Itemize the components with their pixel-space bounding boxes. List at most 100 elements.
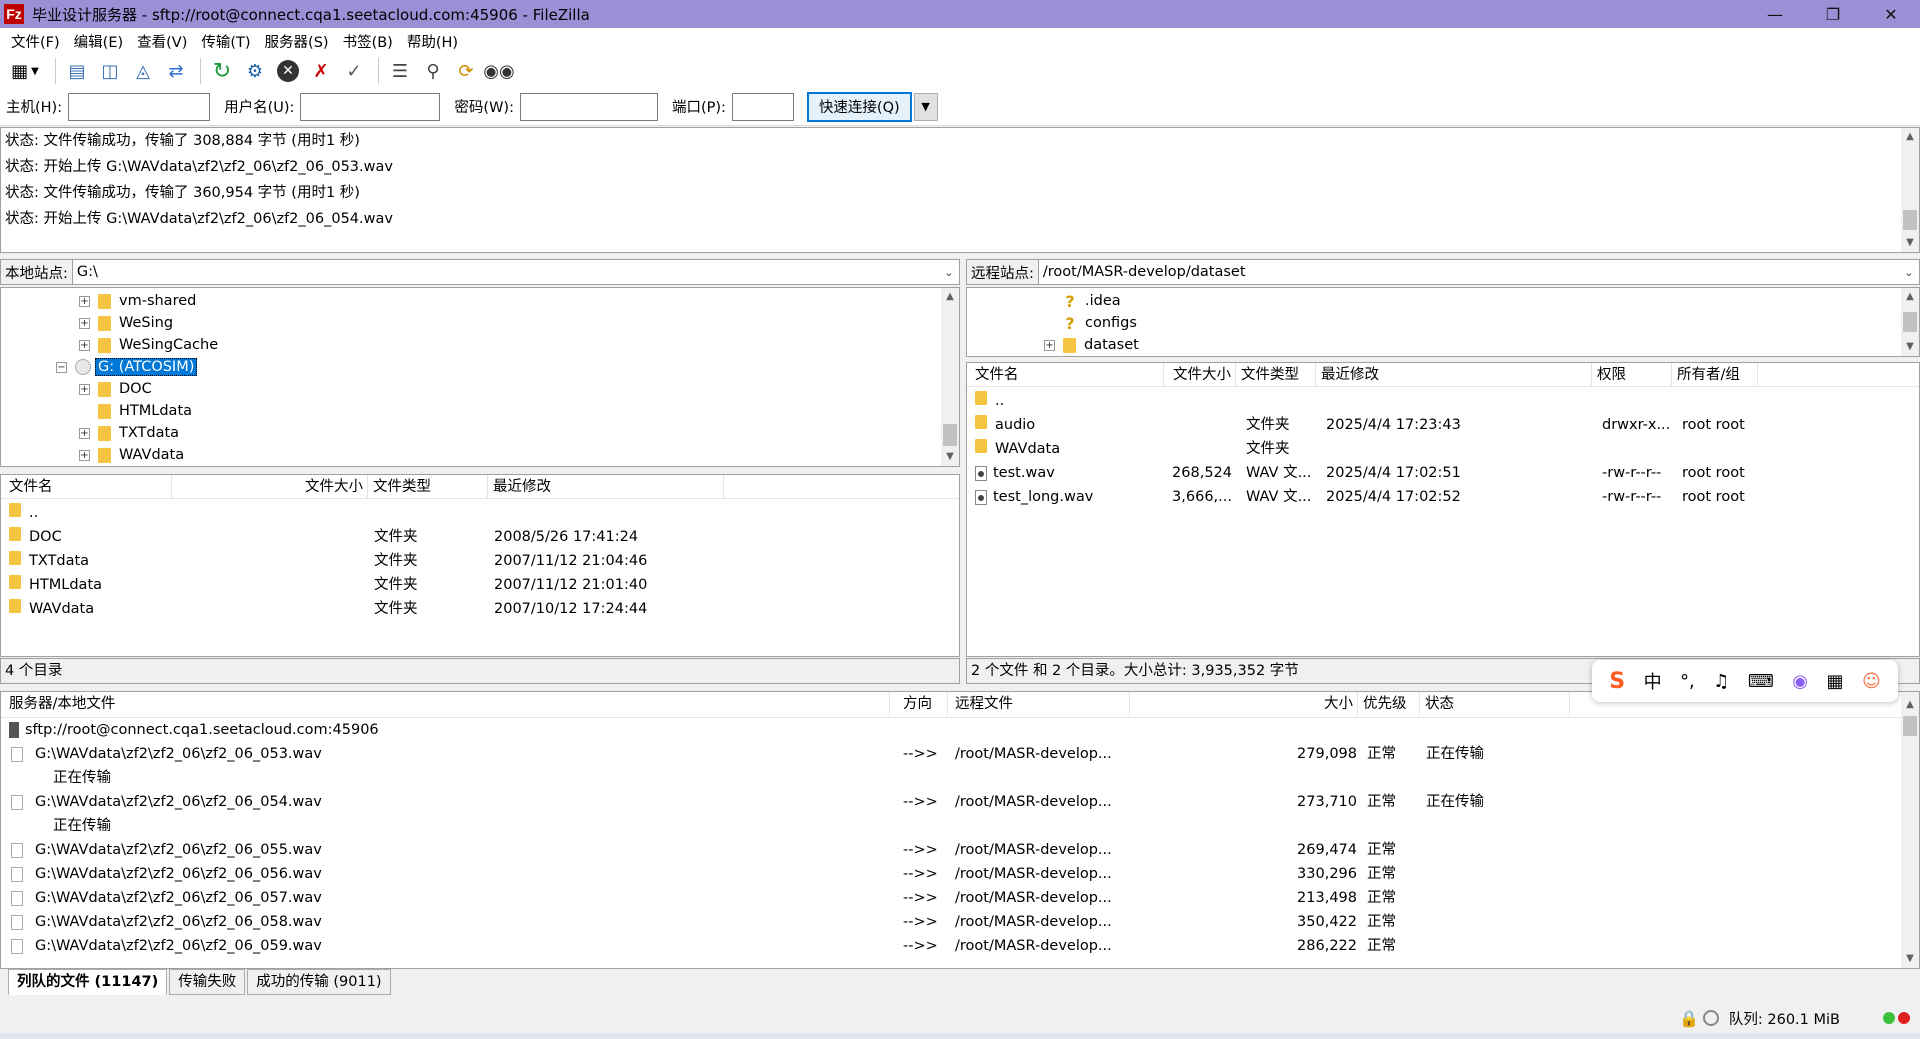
tree-node[interactable]: + WAVdata (79, 444, 184, 466)
column-header-modified[interactable]: 最近修改 (1316, 363, 1592, 387)
tree-node[interactable]: HTMLdata (98, 400, 192, 422)
mic-icon[interactable]: ♫ (1713, 671, 1729, 692)
column-header-name[interactable]: 文件名 (4, 475, 172, 499)
mascot-icon[interactable]: ☺ (1862, 671, 1881, 692)
scroll-up-icon[interactable]: ▲ (1901, 696, 1919, 714)
queue-item[interactable]: G:\WAVdata\zf2\zf2_06\zf2_06_054.wav -->… (1, 790, 1919, 814)
tree-node[interactable]: + WeSingCache (79, 334, 218, 356)
list-item[interactable]: WAVdata 文件夹 2007/10/12 17:24:44 (1, 597, 959, 621)
scroll-thumb[interactable] (1903, 312, 1917, 332)
scroll-down-icon[interactable]: ▼ (1901, 234, 1919, 252)
queue-item[interactable]: G:\WAVdata\zf2\zf2_06\zf2_06_059.wav -->… (1, 934, 1919, 958)
tab-failed-transfers[interactable]: 传输失败 (169, 969, 246, 995)
expand-icon[interactable]: + (1044, 339, 1055, 351)
queue-item[interactable]: G:\WAVdata\zf2\zf2_06\zf2_06_056.wav -->… (1, 862, 1919, 886)
column-header-owner[interactable]: 所有者/组 (1672, 363, 1758, 387)
collapse-icon[interactable]: − (56, 361, 67, 373)
local-tree-scrollbar[interactable]: ▲ ▼ (941, 288, 959, 466)
tree-node[interactable]: + DOC (79, 378, 152, 400)
username-input[interactable] (300, 92, 441, 121)
column-header-size[interactable]: 大小 (1130, 692, 1358, 716)
list-item[interactable]: DOC 文件夹 2008/5/26 17:41:24 (1, 525, 959, 549)
list-item[interactable]: HTMLdata 文件夹 2007/11/12 21:01:40 (1, 573, 959, 597)
menu-bookmarks[interactable]: 书签(B) (336, 31, 400, 52)
tab-queued-files[interactable]: 列队的文件 (11147) (8, 969, 168, 995)
expand-icon[interactable]: + (79, 449, 90, 461)
sync-browse-icon[interactable]: ⟳ (451, 56, 481, 86)
quickconnect-button[interactable]: 快速连接(Q) (806, 91, 912, 122)
column-header-priority[interactable]: 优先级 (1358, 692, 1420, 716)
list-item[interactable]: TXTdata 文件夹 2007/11/12 21:04:46 (1, 549, 959, 573)
list-item[interactable]: test_long.wav 3,666,... WAV 文... 2025/4/… (967, 485, 1919, 509)
expand-icon[interactable]: + (79, 317, 90, 329)
toolbox-icon[interactable]: ▦ (1826, 671, 1843, 692)
quickconnect-dropdown-icon[interactable]: ▼ (913, 92, 938, 121)
chevron-down-icon[interactable]: ⌄ (939, 266, 959, 279)
tree-node[interactable]: − G: (ATCOSIM) (56, 356, 198, 378)
queue-server-row[interactable]: sftp://root@connect.cqa1.seetacloud.com:… (1, 718, 1919, 742)
column-header-permissions[interactable]: 权限 (1592, 363, 1672, 387)
menu-view[interactable]: 查看(V) (130, 31, 194, 52)
toggle-queue-icon[interactable]: ⇄ (161, 56, 191, 86)
tree-node[interactable]: + WeSing (79, 312, 173, 334)
skin-icon[interactable]: ◉ (1792, 671, 1808, 692)
tab-successful-transfers[interactable]: 成功的传输 (9011) (247, 969, 391, 995)
tree-node[interactable]: + vm-shared (79, 290, 196, 312)
cancel-icon[interactable]: ✕ (273, 56, 303, 86)
tree-node[interactable]: + TXTdata (79, 422, 179, 444)
column-header-size[interactable]: 文件大小 (172, 475, 368, 499)
process-queue-icon[interactable]: ⚙ (240, 56, 270, 86)
sogou-logo-icon[interactable]: S (1609, 669, 1625, 694)
ime-punctuation-toggle[interactable]: °, (1680, 671, 1695, 692)
close-icon[interactable]: ✕ (1862, 0, 1920, 28)
expand-icon[interactable]: + (79, 295, 90, 307)
refresh-icon[interactable]: ↻ (207, 56, 237, 86)
scroll-down-icon[interactable]: ▼ (1901, 338, 1919, 356)
toggle-log-icon[interactable]: ▤ (62, 56, 92, 86)
compare-icon[interactable]: ⚲ (418, 56, 448, 86)
scroll-thumb[interactable] (943, 424, 957, 446)
column-header-type[interactable]: 文件类型 (1236, 363, 1316, 387)
menu-file[interactable]: 文件(F) (4, 31, 67, 52)
menu-edit[interactable]: 编辑(E) (67, 31, 130, 52)
scroll-down-icon[interactable]: ▼ (1901, 950, 1919, 968)
list-item[interactable]: audio 文件夹 2025/4/4 17:23:43 drwxr-x... r… (967, 413, 1919, 437)
tree-node[interactable]: ? .idea (1063, 290, 1120, 312)
column-header-direction[interactable]: 方向 (898, 692, 948, 716)
scroll-thumb[interactable] (1903, 210, 1917, 230)
log-scrollbar[interactable]: ▲ ▼ (1901, 128, 1919, 252)
column-header-type[interactable]: 文件类型 (368, 475, 488, 499)
scroll-thumb[interactable] (1903, 716, 1917, 736)
restore-icon[interactable]: ❐ (1804, 0, 1862, 28)
password-input[interactable] (519, 92, 658, 121)
speed-limit-icon[interactable] (1702, 1010, 1719, 1026)
column-header-size[interactable]: 文件大小 (1164, 363, 1236, 387)
queue-item[interactable]: G:\WAVdata\zf2\zf2_06\zf2_06_053.wav -->… (1, 742, 1919, 766)
expand-icon[interactable]: + (79, 383, 90, 395)
chevron-down-icon[interactable]: ⌄ (1899, 266, 1919, 279)
toggle-local-tree-icon[interactable]: ◫ (95, 56, 125, 86)
tree-node[interactable]: + dataset (1044, 334, 1139, 356)
menu-server[interactable]: 服务器(S) (258, 31, 336, 52)
keyboard-icon[interactable]: ⌨ (1748, 671, 1774, 692)
host-input[interactable] (68, 92, 211, 121)
minimize-icon[interactable]: — (1746, 0, 1804, 28)
scroll-up-icon[interactable]: ▲ (1901, 288, 1919, 306)
queue-item[interactable]: G:\WAVdata\zf2\zf2_06\zf2_06_058.wav -->… (1, 910, 1919, 934)
site-manager-icon[interactable]: ▦ ▼ (4, 56, 46, 86)
toggle-remote-tree-icon[interactable]: ◬ (128, 56, 158, 86)
scroll-down-icon[interactable]: ▼ (941, 448, 959, 466)
reconnect-icon[interactable]: ✓ (339, 56, 369, 86)
ime-language-toggle[interactable]: 中 (1644, 668, 1662, 694)
queue-item[interactable]: G:\WAVdata\zf2\zf2_06\zf2_06_057.wav -->… (1, 886, 1919, 910)
search-icon[interactable]: ◉◉ (483, 56, 514, 86)
scroll-up-icon[interactable]: ▲ (1901, 128, 1919, 146)
remote-tree-scrollbar[interactable]: ▲ ▼ (1901, 288, 1919, 356)
scroll-up-icon[interactable]: ▲ (941, 288, 959, 306)
column-header-status[interactable]: 状态 (1420, 692, 1570, 716)
expand-icon[interactable]: + (79, 427, 90, 439)
column-header-remote-file[interactable]: 远程文件 (950, 692, 1130, 716)
filter-icon[interactable]: ☰ (385, 56, 415, 86)
column-header-modified[interactable]: 最近修改 (488, 475, 724, 499)
list-item[interactable]: .. (967, 389, 1919, 413)
